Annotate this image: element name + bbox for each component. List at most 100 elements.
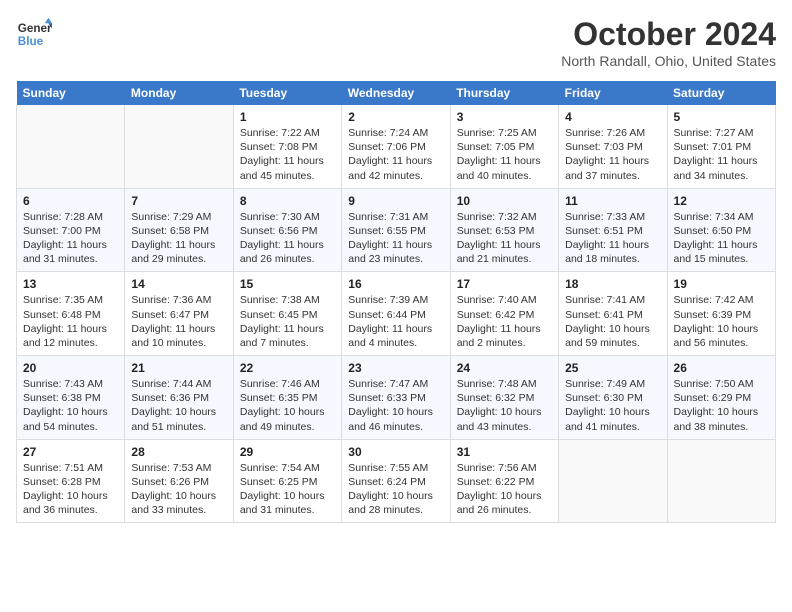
day-number: 8 [240, 194, 335, 208]
calendar-week-row: 6 Sunrise: 7:28 AMSunset: 7:00 PMDaylight… [17, 188, 776, 272]
calendar-cell: 28 Sunrise: 7:53 AMSunset: 6:26 PMDayligh… [125, 439, 233, 523]
day-info: Sunrise: 7:29 AMSunset: 6:58 PMDaylight:… [131, 210, 226, 267]
logo: General Blue [16, 16, 52, 52]
calendar-cell: 22 Sunrise: 7:46 AMSunset: 6:35 PMDayligh… [233, 356, 341, 440]
day-info: Sunrise: 7:41 AMSunset: 6:41 PMDaylight:… [565, 293, 660, 350]
day-number: 7 [131, 194, 226, 208]
calendar-week-row: 20 Sunrise: 7:43 AMSunset: 6:38 PMDayligh… [17, 356, 776, 440]
header-day: Monday [125, 81, 233, 105]
day-info: Sunrise: 7:49 AMSunset: 6:30 PMDaylight:… [565, 377, 660, 434]
calendar-cell: 8 Sunrise: 7:30 AMSunset: 6:56 PMDaylight… [233, 188, 341, 272]
calendar-cell: 11 Sunrise: 7:33 AMSunset: 6:51 PMDayligh… [559, 188, 667, 272]
calendar-cell: 21Sunrise: 7:44 AMSunset: 6:36 PMDayligh… [125, 356, 233, 440]
header-day: Tuesday [233, 81, 341, 105]
day-number: 30 [348, 445, 443, 459]
header-day: Sunday [17, 81, 125, 105]
day-number: 2 [348, 110, 443, 124]
day-number: 28 [131, 445, 226, 459]
day-info: Sunrise: 7:36 AMSunset: 6:47 PMDaylight:… [131, 293, 226, 350]
day-info: Sunrise: 7:34 AMSunset: 6:50 PMDaylight:… [674, 210, 769, 267]
day-number: 17 [457, 277, 552, 291]
day-info: Sunrise: 7:35 AMSunset: 6:48 PMDaylight:… [23, 293, 118, 350]
month-title: October 2024 [561, 16, 776, 53]
calendar-cell: 29Sunrise: 7:54 AMSunset: 6:25 PMDayligh… [233, 439, 341, 523]
page-header: General Blue October 2024 North Randall,… [16, 16, 776, 69]
day-info: Sunrise: 7:24 AMSunset: 7:06 PMDaylight:… [348, 126, 443, 183]
day-info: Sunrise: 7:42 AMSunset: 6:39 PMDaylight:… [674, 293, 769, 350]
calendar-cell: 24 Sunrise: 7:48 AMSunset: 6:32 PMDayligh… [450, 356, 558, 440]
day-number: 11 [565, 194, 660, 208]
header-day: Wednesday [342, 81, 450, 105]
day-info: Sunrise: 7:33 AMSunset: 6:51 PMDaylight:… [565, 210, 660, 267]
calendar-week-row: 1Sunrise: 7:22 AMSunset: 7:08 PMDaylight… [17, 105, 776, 188]
day-number: 16 [348, 277, 443, 291]
day-info: Sunrise: 7:46 AMSunset: 6:35 PMDaylight:… [240, 377, 335, 434]
day-number: 26 [674, 361, 769, 375]
day-info: Sunrise: 7:53 AMSunset: 6:26 PMDaylight:… [131, 461, 226, 518]
calendar-cell: 19 Sunrise: 7:42 AMSunset: 6:39 PMDayligh… [667, 272, 775, 356]
day-number: 22 [240, 361, 335, 375]
day-number: 23 [348, 361, 443, 375]
logo-icon: General Blue [16, 16, 52, 52]
day-number: 27 [23, 445, 118, 459]
day-number: 14 [131, 277, 226, 291]
location: North Randall, Ohio, United States [561, 53, 776, 69]
calendar-table: SundayMondayTuesdayWednesdayThursdayFrid… [16, 81, 776, 523]
calendar-cell: 23 Sunrise: 7:47 AMSunset: 6:33 PMDayligh… [342, 356, 450, 440]
day-info: Sunrise: 7:43 AMSunset: 6:38 PMDaylight:… [23, 377, 118, 434]
header-day: Saturday [667, 81, 775, 105]
day-info: Sunrise: 7:28 AMSunset: 7:00 PMDaylight:… [23, 210, 118, 267]
day-number: 31 [457, 445, 552, 459]
calendar-cell: 18Sunrise: 7:41 AMSunset: 6:41 PMDayligh… [559, 272, 667, 356]
calendar-cell: 25Sunrise: 7:49 AMSunset: 6:30 PMDayligh… [559, 356, 667, 440]
calendar-header: SundayMondayTuesdayWednesdayThursdayFrid… [17, 81, 776, 105]
calendar-cell: 14 Sunrise: 7:36 AMSunset: 6:47 PMDayligh… [125, 272, 233, 356]
calendar-cell: 30Sunrise: 7:55 AMSunset: 6:24 PMDayligh… [342, 439, 450, 523]
day-number: 24 [457, 361, 552, 375]
header-day: Friday [559, 81, 667, 105]
calendar-cell: 10 Sunrise: 7:32 AMSunset: 6:53 PMDayligh… [450, 188, 558, 272]
day-number: 5 [674, 110, 769, 124]
calendar-cell: 3 Sunrise: 7:25 AMSunset: 7:05 PMDaylight… [450, 105, 558, 188]
day-number: 19 [674, 277, 769, 291]
calendar-cell: 16 Sunrise: 7:39 AMSunset: 6:44 PMDayligh… [342, 272, 450, 356]
day-info: Sunrise: 7:30 AMSunset: 6:56 PMDaylight:… [240, 210, 335, 267]
day-number: 12 [674, 194, 769, 208]
day-number: 10 [457, 194, 552, 208]
day-info: Sunrise: 7:47 AMSunset: 6:33 PMDaylight:… [348, 377, 443, 434]
calendar-cell: 26 Sunrise: 7:50 AMSunset: 6:29 PMDayligh… [667, 356, 775, 440]
calendar-cell [125, 105, 233, 188]
calendar-cell: 4 Sunrise: 7:26 AMSunset: 7:03 PMDaylight… [559, 105, 667, 188]
day-info: Sunrise: 7:40 AMSunset: 6:42 PMDaylight:… [457, 293, 552, 350]
day-number: 4 [565, 110, 660, 124]
calendar-cell: 15Sunrise: 7:38 AMSunset: 6:45 PMDayligh… [233, 272, 341, 356]
calendar-cell [559, 439, 667, 523]
day-number: 13 [23, 277, 118, 291]
header-day: Thursday [450, 81, 558, 105]
calendar-week-row: 27 Sunrise: 7:51 AMSunset: 6:28 PMDayligh… [17, 439, 776, 523]
calendar-cell: 5 Sunrise: 7:27 AMSunset: 7:01 PMDaylight… [667, 105, 775, 188]
day-number: 6 [23, 194, 118, 208]
calendar-cell: 9 Sunrise: 7:31 AMSunset: 6:55 PMDaylight… [342, 188, 450, 272]
day-info: Sunrise: 7:26 AMSunset: 7:03 PMDaylight:… [565, 126, 660, 183]
day-info: Sunrise: 7:48 AMSunset: 6:32 PMDaylight:… [457, 377, 552, 434]
day-number: 21 [131, 361, 226, 375]
day-info: Sunrise: 7:39 AMSunset: 6:44 PMDaylight:… [348, 293, 443, 350]
header-row: SundayMondayTuesdayWednesdayThursdayFrid… [17, 81, 776, 105]
day-info: Sunrise: 7:50 AMSunset: 6:29 PMDaylight:… [674, 377, 769, 434]
day-info: Sunrise: 7:31 AMSunset: 6:55 PMDaylight:… [348, 210, 443, 267]
day-number: 3 [457, 110, 552, 124]
title-block: October 2024 North Randall, Ohio, United… [561, 16, 776, 69]
day-number: 15 [240, 277, 335, 291]
day-number: 20 [23, 361, 118, 375]
day-info: Sunrise: 7:27 AMSunset: 7:01 PMDaylight:… [674, 126, 769, 183]
calendar-body: 1Sunrise: 7:22 AMSunset: 7:08 PMDaylight… [17, 105, 776, 523]
day-info: Sunrise: 7:51 AMSunset: 6:28 PMDaylight:… [23, 461, 118, 518]
day-info: Sunrise: 7:32 AMSunset: 6:53 PMDaylight:… [457, 210, 552, 267]
calendar-cell: 20 Sunrise: 7:43 AMSunset: 6:38 PMDayligh… [17, 356, 125, 440]
calendar-cell: 12 Sunrise: 7:34 AMSunset: 6:50 PMDayligh… [667, 188, 775, 272]
svg-text:Blue: Blue [18, 35, 44, 48]
day-number: 9 [348, 194, 443, 208]
day-number: 1 [240, 110, 335, 124]
day-info: Sunrise: 7:25 AMSunset: 7:05 PMDaylight:… [457, 126, 552, 183]
